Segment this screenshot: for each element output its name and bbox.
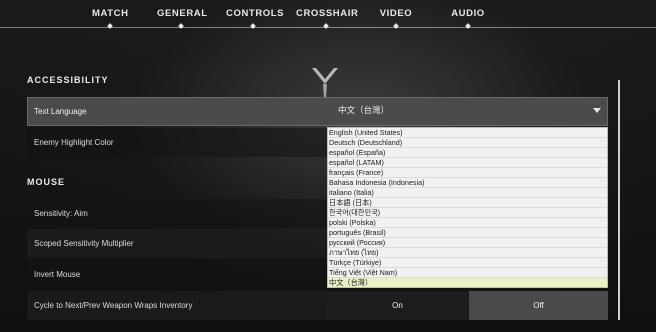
tab-controls[interactable]: CONTROLS <box>226 8 284 29</box>
section-title-mouse: MOUSE <box>27 177 66 187</box>
text-language-select[interactable]: Text Language 中文（台灣） <box>27 97 608 126</box>
invert-mouse-label: Invert Mouse <box>34 270 81 279</box>
language-option[interactable]: ภาษาไทย (ไทย) <box>328 248 607 258</box>
tab-match[interactable]: MATCH <box>92 8 129 29</box>
tab-crosshair[interactable]: CROSSHAIR <box>296 8 359 29</box>
scrollbar[interactable] <box>618 80 620 320</box>
language-option[interactable]: русский (Россия) <box>328 238 607 248</box>
tab-general[interactable]: GENERAL <box>157 8 208 29</box>
language-option[interactable]: español (LATAM) <box>328 158 607 168</box>
language-option[interactable]: español (España) <box>328 148 607 158</box>
cycle-weapon-off-button[interactable]: Off <box>469 291 608 320</box>
tab-label: MATCH <box>92 8 129 19</box>
settings-tab-bar: MATCH GENERAL CONTROLS CROSSHAIR VIDEO A… <box>0 0 656 30</box>
tab-label: GENERAL <box>157 8 208 19</box>
tab-audio[interactable]: AUDIO <box>451 8 485 29</box>
language-option-selected[interactable]: 中文（台灣） <box>328 278 607 287</box>
tab-label: VIDEO <box>379 8 413 19</box>
language-option[interactable]: 日本語 (日本) <box>328 198 607 208</box>
language-option[interactable]: Türkçe (Türkiye) <box>328 258 607 268</box>
language-option[interactable]: italiano (Italia) <box>328 188 607 198</box>
language-option[interactable]: 한국어(대한민국) <box>328 208 607 218</box>
tab-label: AUDIO <box>451 8 485 19</box>
text-language-value: 中文（台灣） <box>338 105 390 115</box>
language-option[interactable]: português (Brasil) <box>328 228 607 238</box>
language-option[interactable]: français (France) <box>328 168 607 178</box>
language-option[interactable]: Deutsch (Deutschland) <box>328 138 607 148</box>
tab-label: CONTROLS <box>226 8 285 19</box>
enemy-highlight-label: Enemy Highlight Color <box>34 138 114 147</box>
language-option[interactable]: Tiếng Việt (Việt Nam) <box>328 268 607 278</box>
text-language-dropdown: English (United States) Deutsch (Deutsch… <box>327 127 608 288</box>
sensitivity-aim-label: Sensitivity: Aim <box>34 209 88 218</box>
chevron-down-icon[interactable] <box>593 108 601 113</box>
language-option[interactable]: Bahasa Indonesia (Indonesia) <box>328 178 607 188</box>
cycle-weapon-label: Cycle to Next/Prev Weapon Wraps Inventor… <box>34 301 193 310</box>
section-title-accessibility: ACCESSIBILITY <box>27 75 109 85</box>
scoped-sensitivity-label: Scoped Sensitivity Multiplier <box>34 239 134 248</box>
text-language-label: Text Language <box>34 107 87 116</box>
cycle-weapon-on-button[interactable]: On <box>327 291 468 320</box>
language-option[interactable]: polski (Polska) <box>328 218 607 228</box>
tab-video[interactable]: VIDEO <box>379 8 413 29</box>
tab-bar-divider <box>0 27 656 28</box>
language-option[interactable]: English (United States) <box>328 128 607 138</box>
tab-label: CROSSHAIR <box>296 8 359 19</box>
